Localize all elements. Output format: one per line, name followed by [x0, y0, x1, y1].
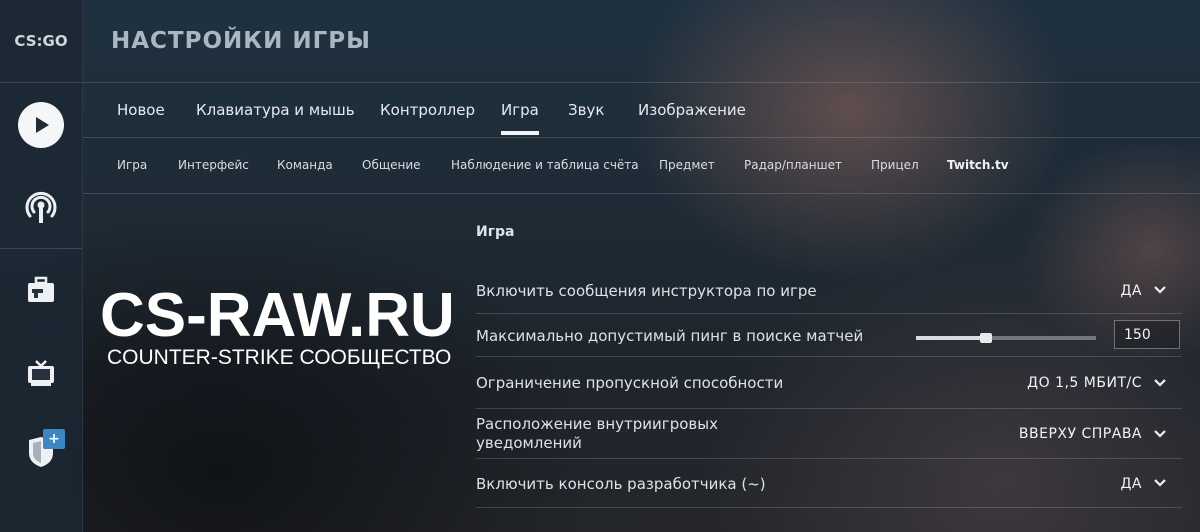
setting-row-notification-position[interactable]: Расположение внутриигровых уведомлений В…	[476, 409, 1182, 459]
ping-slider[interactable]	[916, 333, 1096, 343]
csgo-logo[interactable]: CS:GO	[0, 0, 82, 83]
setting-label: Максимально допустимый пинг в поиске мат…	[476, 327, 864, 345]
setting-label: Включить консоль разработчика (~)	[476, 475, 766, 493]
dropdown-value[interactable]: ДА	[1120, 476, 1142, 492]
ping-input[interactable]: 150	[1114, 320, 1180, 349]
secondary-tabs: Игра Интерфейс Команда Общение Наблюдени…	[83, 138, 1200, 194]
inventory-button[interactable]	[0, 260, 82, 320]
rank-button[interactable]	[0, 422, 82, 482]
subtab-interface[interactable]: Интерфейс	[178, 158, 249, 172]
page-title: НАСТРОЙКИ ИГРЫ	[111, 28, 371, 54]
rail-divider	[0, 248, 82, 249]
setting-label: Ограничение пропускной способности	[476, 374, 784, 392]
plus-badge[interactable]: +	[43, 429, 65, 449]
dropdown-value[interactable]: ВВЕРХУ СПРАВА	[1019, 426, 1142, 442]
section-title: Игра	[476, 224, 515, 240]
subtab-team[interactable]: Команда	[277, 158, 333, 172]
left-rail: CS:GO +	[0, 0, 83, 532]
dropdown-value[interactable]: ДО 1,5 МБИТ/С	[1027, 375, 1142, 391]
tab-game[interactable]: Игра	[501, 101, 539, 135]
chevron-down-icon[interactable]	[1154, 377, 1166, 389]
setting-label: Расположение внутриигровых уведомлений	[476, 415, 718, 452]
tab-controller[interactable]: Контроллер	[380, 101, 475, 119]
chevron-down-icon[interactable]	[1154, 284, 1166, 296]
tab-video[interactable]: Изображение	[638, 101, 746, 119]
setting-row-dev-console[interactable]: Включить консоль разработчика (~) ДА	[476, 459, 1182, 508]
broadcast-button[interactable]	[0, 178, 82, 238]
subtab-twitch[interactable]: Twitch.tv	[947, 158, 1009, 172]
setting-label: Включить сообщения инструктора по игре	[476, 282, 817, 300]
subtab-communication[interactable]: Общение	[362, 158, 421, 172]
subtab-radar[interactable]: Радар/планшет	[744, 158, 842, 172]
chevron-down-icon[interactable]	[1154, 428, 1166, 440]
setting-row-bandwidth[interactable]: Ограничение пропускной способности ДО 1,…	[476, 357, 1182, 409]
subtab-crosshair[interactable]: Прицел	[871, 158, 919, 172]
setting-row-instructor[interactable]: Включить сообщения инструктора по игре Д…	[476, 270, 1182, 314]
subtab-game[interactable]: Игра	[117, 158, 147, 172]
antenna-icon	[25, 191, 57, 223]
watermark-subtitle: COUNTER-STRIKE СООБЩЕСТВО	[107, 346, 452, 369]
primary-tabs: Новое Клавиатура и мышь Контроллер Игра …	[83, 83, 1200, 138]
play-icon	[18, 102, 64, 148]
watermark-title: CS-RAW.RU	[100, 281, 455, 350]
slider-fill	[916, 336, 987, 340]
play-button[interactable]	[0, 95, 82, 155]
tab-sound[interactable]: Звук	[568, 101, 604, 119]
setting-row-max-ping[interactable]: Максимально допустимый пинг в поиске мат…	[476, 314, 1182, 357]
tv-icon	[28, 360, 54, 386]
subtab-spectating-scoreboard[interactable]: Наблюдение и таблица счёта	[451, 158, 639, 172]
dropdown-value[interactable]: ДА	[1120, 283, 1142, 299]
briefcase-icon	[28, 276, 54, 302]
chevron-down-icon[interactable]	[1154, 477, 1166, 489]
tab-keyboard-mouse[interactable]: Клавиатура и мышь	[196, 101, 355, 119]
watch-button[interactable]	[0, 343, 82, 403]
tab-new[interactable]: Новое	[117, 101, 165, 119]
slider-thumb[interactable]	[980, 333, 993, 343]
subtab-item[interactable]: Предмет	[659, 158, 715, 172]
header: НАСТРОЙКИ ИГРЫ	[83, 0, 1200, 83]
